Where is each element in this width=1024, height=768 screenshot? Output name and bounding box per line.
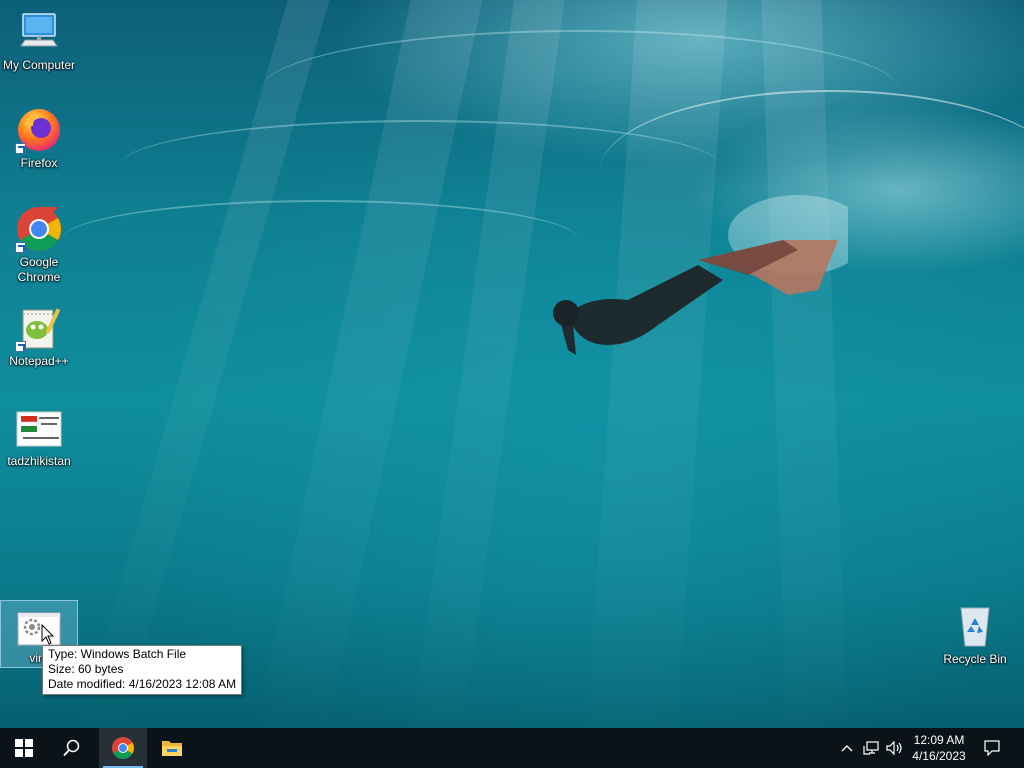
icon-label: Recycle Bin: [943, 652, 1007, 666]
network-icon: [863, 741, 879, 755]
start-button[interactable]: [0, 728, 48, 768]
mouse-cursor-icon: [41, 624, 55, 645]
desktop-icon-tadzhikistan[interactable]: tadzhikistan: [0, 404, 78, 469]
search-button[interactable]: [48, 728, 96, 768]
file-info-tooltip: Type: Windows Batch File Size: 60 bytes …: [42, 645, 243, 695]
tooltip-size: Size: 60 bytes: [48, 662, 124, 676]
volume-icon: [886, 741, 902, 755]
desktop-icon-notepadpp[interactable]: Notepad++: [0, 304, 78, 369]
notification-icon: [984, 740, 1000, 756]
icon-label: tadzhikistan: [7, 454, 71, 468]
shortcut-arrow-icon: [15, 341, 26, 352]
tooltip-type: Type: Windows Batch File: [48, 647, 187, 661]
desktop-icon-my-computer[interactable]: My Computer: [0, 8, 78, 73]
wave-line: [60, 200, 580, 282]
desktop-icon-recycle-bin[interactable]: Recycle Bin: [936, 602, 1014, 667]
show-hidden-icons-button[interactable]: [836, 728, 858, 768]
shortcut-arrow-icon: [15, 143, 26, 154]
volume-button[interactable]: [884, 728, 906, 768]
taskbar-file-explorer-button[interactable]: [148, 728, 196, 768]
firefox-icon: [15, 106, 63, 154]
icon-label: Firefox: [20, 156, 58, 170]
diver-image: [553, 195, 848, 355]
chrome-icon: [112, 737, 134, 759]
icon-label: Notepad++: [9, 354, 69, 368]
computer-icon: [15, 8, 63, 56]
chrome-icon: [15, 205, 63, 253]
search-icon: [63, 739, 80, 757]
icon-label: My Computer: [2, 58, 76, 72]
recycle-bin-icon: [951, 602, 999, 650]
desktop-icon-google-chrome[interactable]: Google Chrome: [0, 205, 78, 285]
desktop-wallpaper[interactable]: [0, 0, 1024, 728]
tooltip-modified: Date modified: 4/16/2023 12:08 AM: [48, 677, 237, 691]
start-icon: [15, 739, 33, 757]
clock-time: 12:09 AM: [913, 733, 965, 747]
taskbar: 12:09 AM 4/16/2023: [0, 728, 1024, 768]
image-file-icon: [15, 404, 63, 452]
network-button[interactable]: [860, 728, 882, 768]
clock-date: 4/16/2023: [912, 749, 966, 763]
notepadpp-icon: [15, 304, 63, 352]
chevron-up-icon: [841, 745, 853, 752]
icon-label: Google Chrome: [17, 255, 61, 284]
file-explorer-icon: [162, 741, 182, 756]
action-center-button[interactable]: [980, 728, 1004, 768]
desktop-icon-firefox[interactable]: Firefox: [0, 106, 78, 171]
shortcut-arrow-icon: [15, 242, 26, 253]
taskbar-chrome-button[interactable]: [99, 728, 147, 768]
taskbar-clock[interactable]: 12:09 AM 4/16/2023: [906, 728, 972, 768]
